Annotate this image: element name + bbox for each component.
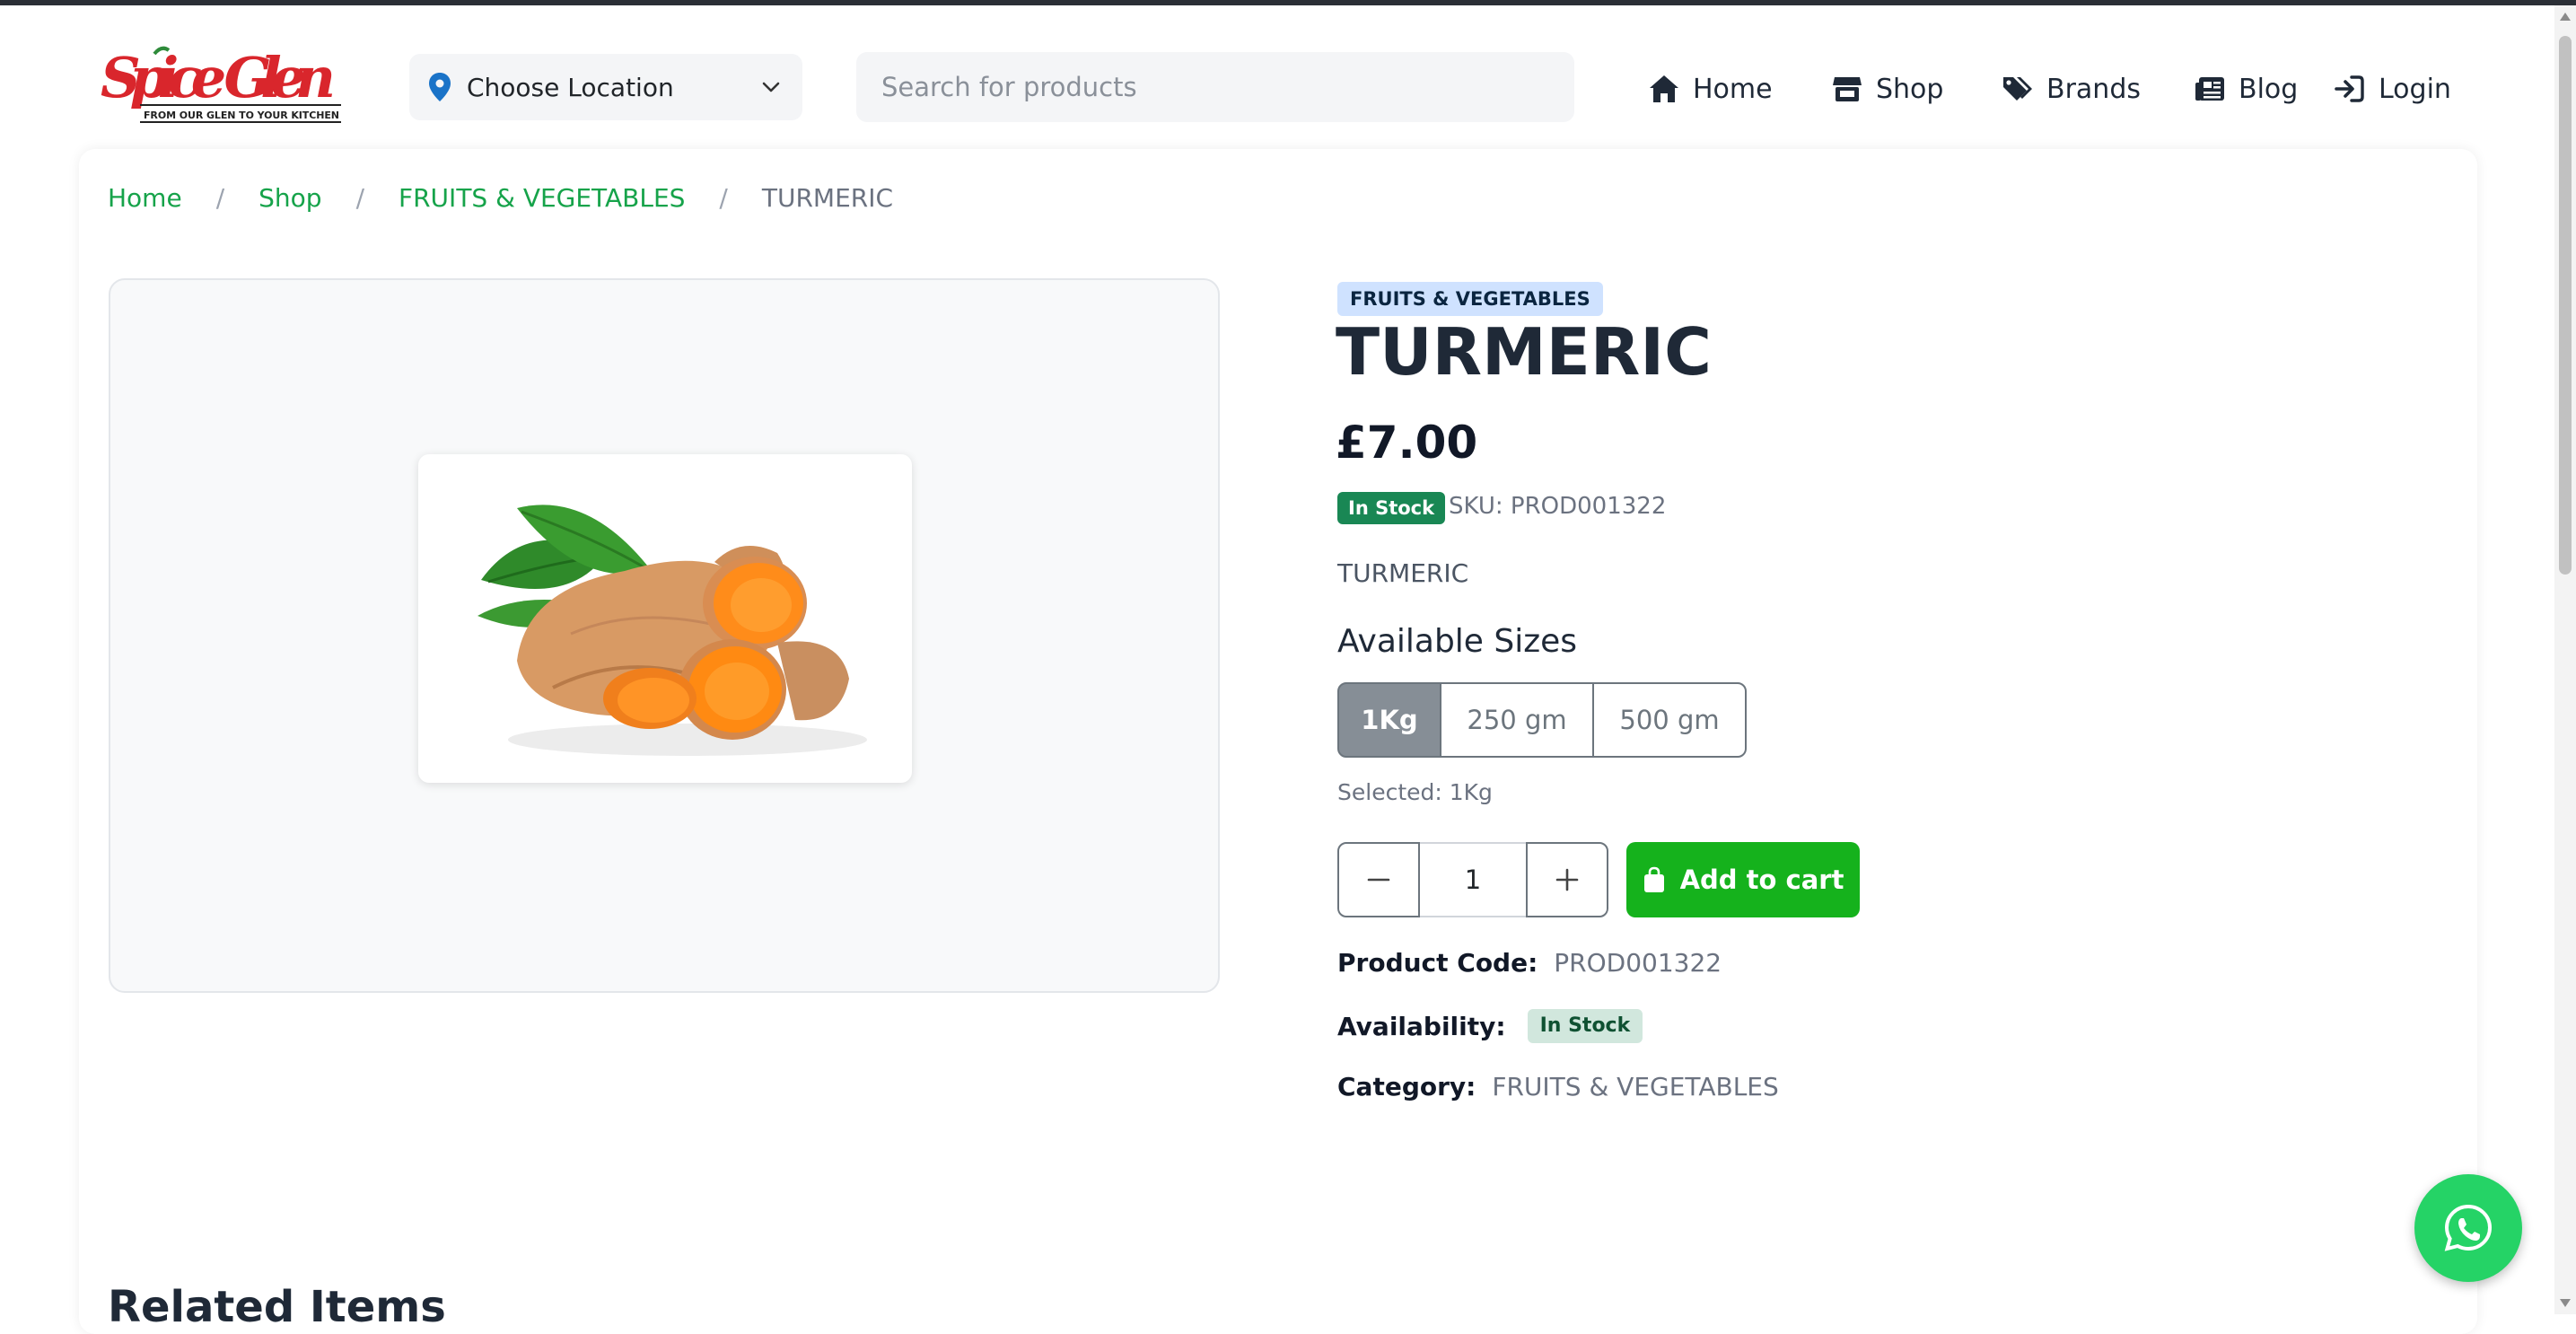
- home-icon: [1650, 75, 1678, 102]
- category-label: Category:: [1337, 1072, 1476, 1101]
- quantity-increase-button[interactable]: [1526, 842, 1608, 917]
- svg-text:Spice Glen: Spice Glen: [101, 45, 336, 110]
- chevron-down-icon: [762, 82, 780, 92]
- quantity-stepper: [1337, 842, 1608, 917]
- nav-login[interactable]: Login: [2334, 66, 2451, 111]
- size-selector: 1Kg 250 gm 500 gm: [1337, 682, 1747, 758]
- selected-size-text: Selected: 1Kg: [1337, 779, 1493, 805]
- store-icon: [1833, 77, 1862, 101]
- nav-home[interactable]: Home: [1648, 66, 1773, 111]
- stock-status-badge: In Stock: [1337, 492, 1446, 524]
- availability-label: Availability:: [1337, 1011, 1506, 1041]
- quantity-decrease-button[interactable]: [1337, 842, 1420, 917]
- location-selector[interactable]: Choose Location: [409, 54, 802, 120]
- location-label: Choose Location: [467, 72, 674, 102]
- map-pin-icon: [429, 73, 451, 101]
- breadcrumb-category[interactable]: FRUITS & VEGETABLES: [399, 183, 685, 213]
- spice-glen-logo[interactable]: Spice Glen FROM OUR GLEN TO YOUR KITCHEN: [101, 41, 343, 131]
- whatsapp-icon: [2444, 1204, 2493, 1251]
- breadcrumb-shop[interactable]: Shop: [258, 183, 321, 213]
- product-short-description: TURMERIC: [1337, 558, 1469, 588]
- add-to-cart-label: Add to cart: [1679, 864, 1844, 895]
- scroll-down-arrow-icon[interactable]: [2560, 1299, 2571, 1307]
- vertical-scrollbar[interactable]: [2554, 5, 2576, 1314]
- nav-home-label: Home: [1693, 73, 1773, 105]
- size-option-250gm[interactable]: 250 gm: [1440, 682, 1594, 758]
- whatsapp-chat-button[interactable]: [2414, 1174, 2522, 1282]
- nav-shop-label: Shop: [1876, 73, 1944, 105]
- nav-brands-label: Brands: [2046, 73, 2141, 105]
- scrollbar-thumb[interactable]: [2559, 36, 2572, 575]
- tags-icon: [2003, 77, 2032, 101]
- product-image[interactable]: [418, 454, 912, 783]
- product-code-value: PROD001322: [1554, 948, 1722, 978]
- sizes-heading: Available Sizes: [1337, 623, 1578, 660]
- related-items-heading: Related Items: [108, 1282, 446, 1332]
- newspaper-icon: [2195, 77, 2224, 101]
- size-option-500gm[interactable]: 500 gm: [1592, 682, 1747, 758]
- minus-icon: [1367, 878, 1390, 882]
- breadcrumb-home[interactable]: Home: [108, 183, 182, 213]
- size-option-1kg[interactable]: 1Kg: [1337, 682, 1441, 758]
- product-sku: SKU: PROD001322: [1449, 493, 1667, 520]
- breadcrumb-current: TURMERIC: [761, 183, 894, 213]
- plus-icon: [1555, 868, 1579, 891]
- nav-shop[interactable]: Shop: [1831, 66, 1943, 111]
- product-title: TURMERIC: [1336, 314, 1712, 390]
- svg-text:FROM OUR GLEN TO YOUR KITCHEN: FROM OUR GLEN TO YOUR KITCHEN: [144, 110, 339, 121]
- category-badge: FRUITS & VEGETABLES: [1337, 282, 1603, 316]
- breadcrumb-separator: /: [719, 183, 728, 213]
- breadcrumb-separator: /: [215, 183, 225, 213]
- scroll-up-arrow-icon[interactable]: [2560, 13, 2571, 21]
- shopping-bag-icon: [1643, 866, 1664, 892]
- turmeric-illustration: [478, 505, 867, 756]
- availability-row: Availability: In Stock: [1337, 1009, 1643, 1043]
- nav-blog-label: Blog: [2239, 73, 2299, 105]
- quantity-input[interactable]: [1420, 842, 1526, 917]
- category-value[interactable]: FRUITS & VEGETABLES: [1492, 1072, 1778, 1101]
- breadcrumb-separator: /: [355, 183, 364, 213]
- sign-in-icon: [2335, 75, 2364, 102]
- nav-brands[interactable]: Brands: [2002, 66, 2141, 111]
- product-code-row: Product Code: PROD001322: [1337, 948, 1722, 978]
- nav-blog[interactable]: Blog: [2194, 66, 2298, 111]
- add-to-cart-button[interactable]: Add to cart: [1626, 842, 1860, 917]
- breadcrumb: Home / Shop / FRUITS & VEGETABLES / TURM…: [108, 183, 893, 213]
- nav-login-label: Login: [2379, 73, 2451, 105]
- product-code-label: Product Code:: [1337, 948, 1538, 978]
- site-header: Spice Glen FROM OUR GLEN TO YOUR KITCHEN…: [0, 5, 2554, 149]
- availability-badge: In Stock: [1527, 1009, 1643, 1043]
- product-price: £7.00: [1336, 417, 1478, 469]
- category-row: Category: FRUITS & VEGETABLES: [1337, 1072, 1779, 1101]
- search-input[interactable]: [856, 52, 1574, 122]
